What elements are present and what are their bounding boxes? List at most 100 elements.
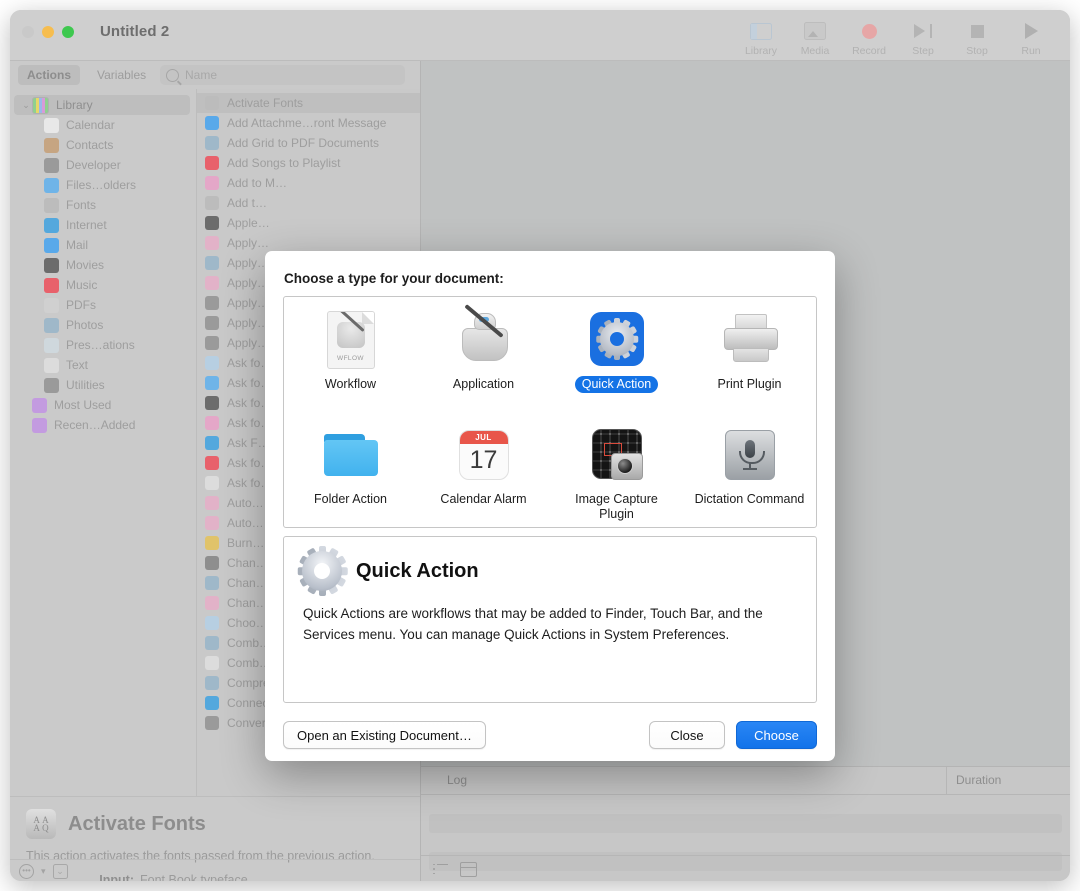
sidebar-item-most-used[interactable]: Most Used (10, 395, 196, 415)
sidebar-item-internet[interactable]: Internet (10, 215, 196, 235)
document-type-print-plugin[interactable]: Print Plugin (683, 297, 816, 412)
toolbar-library-label: Library (745, 45, 777, 57)
automator-window: Untitled 2 Library Media Record Step Sto… (10, 10, 1070, 881)
toolbar-library-button[interactable]: Library (736, 14, 786, 57)
log-column-separator[interactable] (946, 767, 947, 794)
action-icon (205, 396, 219, 410)
sidebar-item-mail[interactable]: Mail (10, 235, 196, 255)
sidebar-item-label: Music (66, 278, 97, 292)
fonts-icon: A AA Q (26, 809, 56, 839)
document-type-application[interactable]: Application (417, 297, 550, 412)
log-rows (421, 795, 1070, 856)
image-capture-icon (589, 426, 645, 482)
list-item[interactable]: Apply… (197, 233, 420, 253)
list-item[interactable]: Activate Fonts (197, 93, 420, 113)
action-label: Activate Fonts (227, 96, 303, 110)
sidebar-item-contacts[interactable]: Contacts (10, 135, 196, 155)
table-row (429, 814, 1062, 833)
list-item[interactable]: Add Attachme…ront Message (197, 113, 420, 133)
close-window-button[interactable] (22, 26, 34, 38)
action-icon (205, 376, 219, 390)
sidebar-item-movies[interactable]: Movies (10, 255, 196, 275)
document-type-calendar-alarm[interactable]: JUL 17 Calendar Alarm (417, 412, 550, 527)
action-label: Add Attachme…ront Message (227, 116, 386, 130)
action-icon (205, 616, 219, 630)
list-item[interactable]: Apple… (197, 213, 420, 233)
sidebar-item-fonts[interactable]: Fonts (10, 195, 196, 215)
document-type-label: Quick Action (575, 376, 658, 393)
action-icon (205, 656, 219, 670)
library-sidebar: ⌄ Library CalendarContactsDeveloperFiles… (10, 89, 197, 796)
document-type-label: Dictation Command (688, 491, 812, 508)
sidebar-item-calendar[interactable]: Calendar (10, 115, 196, 135)
utilities-icon (44, 378, 59, 393)
document-type-dictation-command[interactable]: Dictation Command (683, 412, 816, 527)
log-column-header[interactable]: Log (447, 773, 467, 787)
list-item[interactable]: Add t… (197, 193, 420, 213)
toolbar-record-button[interactable]: Record (844, 14, 894, 57)
toolbar-stop-button[interactable]: Stop (952, 14, 1002, 57)
window-titlebar: Untitled 2 Library Media Record Step Sto… (10, 10, 1070, 61)
document-type-workflow[interactable]: WFLOW Workflow (284, 297, 417, 412)
open-existing-document-button[interactable]: Open an Existing Document… (283, 721, 486, 749)
action-icon (205, 336, 219, 350)
list-item[interactable]: Add Grid to PDF Documents (197, 133, 420, 153)
action-menu-icon[interactable]: ••• (19, 864, 34, 879)
duration-column-header[interactable]: Duration (956, 773, 1001, 787)
run-icon (1025, 20, 1038, 42)
sidebar-item-pdfs[interactable]: PDFs (10, 295, 196, 315)
sidebar-item-photos[interactable]: Photos (10, 315, 196, 335)
type-description-text: Quick Actions are workflows that may be … (284, 591, 816, 645)
tab-actions[interactable]: Actions (18, 65, 80, 85)
mail-icon (44, 238, 59, 253)
document-type-image-capture-plugin[interactable]: Image Capture Plugin (550, 412, 683, 527)
document-type-dialog: Choose a type for your document: WFLOW W… (265, 251, 835, 761)
action-icon (205, 216, 219, 230)
sidebar-item-recen-added[interactable]: Recen…Added (10, 415, 196, 435)
choose-button[interactable]: Choose (736, 721, 817, 749)
close-button[interactable]: Close (649, 721, 725, 749)
action-icon (205, 536, 219, 550)
toolbar-run-button[interactable]: Run (1006, 14, 1056, 57)
sidebar-item-pres-ations[interactable]: Pres…ations (10, 335, 196, 355)
library-tabs: Actions Variables Name (10, 61, 420, 89)
sidebar-item-utilities[interactable]: Utilities (10, 375, 196, 395)
sidebar-item-files-olders[interactable]: Files…olders (10, 175, 196, 195)
document-type-folder-action[interactable]: Folder Action (284, 412, 417, 527)
split-view-icon[interactable] (460, 862, 477, 877)
minimize-window-button[interactable] (42, 26, 54, 38)
sidebar-item-library[interactable]: ⌄ Library (14, 95, 190, 115)
search-field[interactable]: Name (160, 65, 405, 85)
search-placeholder: Name (185, 68, 217, 82)
checkbox-icon[interactable]: ⌄ (53, 864, 68, 879)
document-type-quick-action[interactable]: Quick Action (550, 297, 683, 412)
list-view-icon[interactable] (433, 864, 448, 875)
info-title: Activate Fonts (68, 813, 206, 836)
list-item[interactable]: Add Songs to Playlist (197, 153, 420, 173)
action-icon (205, 476, 219, 490)
movies-icon (44, 258, 59, 273)
zoom-window-button[interactable] (62, 26, 74, 38)
info-footer: ••• ▾ ⌄ (10, 859, 420, 881)
presentations-icon (44, 338, 59, 353)
type-description-header: Quick Action (284, 537, 816, 591)
action-label: Auto… (227, 516, 264, 530)
type-description-box: Quick Action Quick Actions are workflows… (283, 536, 817, 703)
toolbar-step-button[interactable]: Step (898, 14, 948, 57)
sidebar-item-label: Mail (66, 238, 88, 252)
sidebar-item-text[interactable]: Text (10, 355, 196, 375)
tab-variables[interactable]: Variables (88, 65, 155, 85)
sidebar-item-music[interactable]: Music (10, 275, 196, 295)
action-label: Add t… (227, 196, 267, 210)
list-item[interactable]: Add to M… (197, 173, 420, 193)
toolbar-media-button[interactable]: Media (790, 14, 840, 57)
action-label: Auto… (227, 496, 264, 510)
chevron-down-icon[interactable]: ▾ (41, 866, 46, 877)
window-body: Actions Variables Name ⌄ Library Calenda… (10, 61, 1070, 881)
document-type-label: Application (446, 376, 521, 393)
sidebar-item-developer[interactable]: Developer (10, 155, 196, 175)
action-icon (205, 276, 219, 290)
chevron-down-icon[interactable]: ⌄ (20, 100, 32, 111)
action-icon (205, 696, 219, 710)
sidebar-smart-folders: Most UsedRecen…Added (10, 395, 196, 435)
